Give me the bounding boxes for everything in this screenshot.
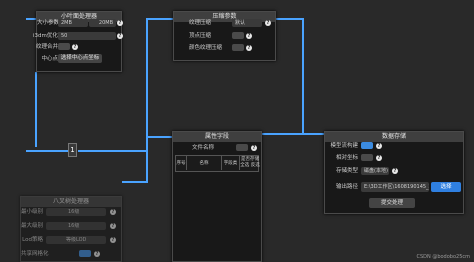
node-editor-canvas[interactable]: 1 小叶面处理器 大小参数 2MB 20MB ? i3dm优化数 50 ? 纹理… bbox=[0, 0, 474, 262]
choose-center-button[interactable]: 选择中心点坐标 bbox=[58, 54, 102, 63]
help-icon[interactable]: ? bbox=[117, 20, 123, 26]
invert-link[interactable]: 反选 bbox=[251, 163, 260, 168]
node-title: 数据存储 bbox=[325, 132, 463, 142]
texture-compress-select[interactable]: 默认 bbox=[232, 19, 262, 27]
wire-to-compress bbox=[146, 18, 173, 20]
help-icon[interactable]: ? bbox=[376, 143, 382, 149]
relative-coord-toggle[interactable] bbox=[361, 154, 373, 161]
i3dm-field[interactable]: 50 bbox=[58, 32, 116, 40]
table-header: 名称 bbox=[187, 156, 222, 170]
help-icon[interactable]: ? bbox=[117, 33, 123, 39]
lod-label: Lod策略 bbox=[22, 237, 43, 243]
storage-type-select[interactable]: 磁盘(本地) bbox=[361, 167, 389, 175]
size-min-field[interactable]: 2MB bbox=[58, 19, 88, 27]
lod-select[interactable]: 等级LOD bbox=[46, 236, 106, 244]
help-icon[interactable]: ? bbox=[72, 44, 78, 50]
attribute-table: 序号 名称 字段类型 是否存储 全选 反选 bbox=[175, 155, 260, 172]
storage-node[interactable]: 数据存储 模型流构建 ? 相对坐标 ? 存储类型 磁盘(本地) ? 输出路径 E… bbox=[324, 131, 464, 214]
color-compress-toggle[interactable] bbox=[232, 44, 244, 51]
help-icon[interactable]: ? bbox=[94, 251, 100, 257]
help-icon[interactable]: ? bbox=[110, 237, 116, 243]
file-name-label: 文件名称 bbox=[192, 145, 215, 151]
node-title: 属性字段 bbox=[173, 132, 261, 142]
wire-to-octree bbox=[122, 181, 148, 183]
compress-node[interactable]: 压缩参数 纹理压缩 默认 ? 顶点压缩 ? 颜色纹理压缩 ? bbox=[173, 11, 276, 61]
wire-reroute-left bbox=[26, 150, 68, 152]
choose-path-button[interactable]: 选择 bbox=[431, 182, 461, 192]
share-mesh-toggle[interactable] bbox=[79, 250, 91, 257]
i3dm-label: i3dm优化数 bbox=[33, 33, 64, 39]
submit-button[interactable]: 提交处理 bbox=[369, 198, 415, 208]
attribute-node[interactable]: 属性字段 文件名称 ? 序号 名称 字段类型 是否存储 全选 反选 bbox=[172, 131, 262, 262]
watermark: CSDN @bodobo25cm bbox=[416, 254, 470, 260]
size-max-field[interactable]: 20MB bbox=[89, 19, 116, 27]
relative-coord-label: 相对坐标 bbox=[335, 155, 358, 161]
size-label: 大小参数 bbox=[37, 20, 60, 26]
wire-compress-out bbox=[276, 18, 303, 20]
table-header: 序号 bbox=[176, 156, 187, 170]
min-level-select[interactable]: 16级 bbox=[46, 208, 106, 216]
max-level-select[interactable]: 16级 bbox=[46, 222, 106, 230]
help-icon[interactable]: ? bbox=[251, 145, 257, 151]
help-icon[interactable]: ? bbox=[246, 45, 252, 51]
reroute-node[interactable]: 1 bbox=[68, 143, 77, 157]
min-level-label: 最小级别 bbox=[21, 209, 44, 215]
share-mesh-label: 共享网格化 bbox=[21, 251, 49, 257]
max-level-label: 最大级别 bbox=[21, 223, 44, 229]
stream-toggle[interactable] bbox=[361, 142, 373, 149]
output-path-field[interactable]: E:\3D工作区\1608190145_2 bbox=[361, 182, 429, 192]
help-icon[interactable]: ? bbox=[265, 20, 271, 26]
merge-label: 纹理合并 bbox=[35, 44, 58, 50]
wire-leaf-left bbox=[26, 18, 36, 20]
select-all-link[interactable]: 全选 bbox=[240, 163, 249, 168]
octree-node[interactable]: 八叉树处理器 最小级别 16级 ? 最大级别 16级 ? Lod策略 等级LOD… bbox=[20, 196, 122, 262]
help-icon[interactable]: ? bbox=[376, 155, 382, 161]
wire-main-vertical bbox=[146, 18, 148, 183]
table-header: 是否存储 全选 反选 bbox=[240, 156, 260, 170]
stream-label: 模型流构建 bbox=[330, 143, 358, 149]
merge-toggle[interactable] bbox=[58, 43, 70, 50]
table-header: 字段类型 bbox=[222, 156, 240, 170]
output-path-label: 输出路径 bbox=[335, 184, 358, 190]
color-compress-label: 颜色纹理压缩 bbox=[189, 45, 223, 51]
small-leaf-node[interactable]: 小叶面处理器 大小参数 2MB 20MB ? i3dm优化数 50 ? 纹理合并… bbox=[33, 11, 123, 72]
wire-to-storage bbox=[262, 133, 324, 135]
wire-compress-down bbox=[302, 18, 304, 133]
storage-type-label: 存储类型 bbox=[335, 168, 358, 174]
texture-compress-label: 纹理压缩 bbox=[189, 20, 212, 26]
node-title: 八叉树处理器 bbox=[21, 197, 121, 207]
vertex-compress-toggle[interactable] bbox=[232, 32, 244, 39]
vertex-compress-label: 顶点压缩 bbox=[189, 33, 212, 39]
help-icon[interactable]: ? bbox=[110, 209, 116, 215]
file-name-toggle[interactable] bbox=[236, 144, 248, 151]
wire-reroute-right bbox=[78, 150, 146, 152]
help-icon[interactable]: ? bbox=[246, 33, 252, 39]
center-label: 中心点 bbox=[41, 56, 58, 62]
wire-leaf-down bbox=[35, 72, 37, 147]
wire-to-attribute bbox=[146, 136, 172, 138]
help-icon[interactable]: ? bbox=[392, 168, 398, 174]
help-icon[interactable]: ? bbox=[110, 223, 116, 229]
